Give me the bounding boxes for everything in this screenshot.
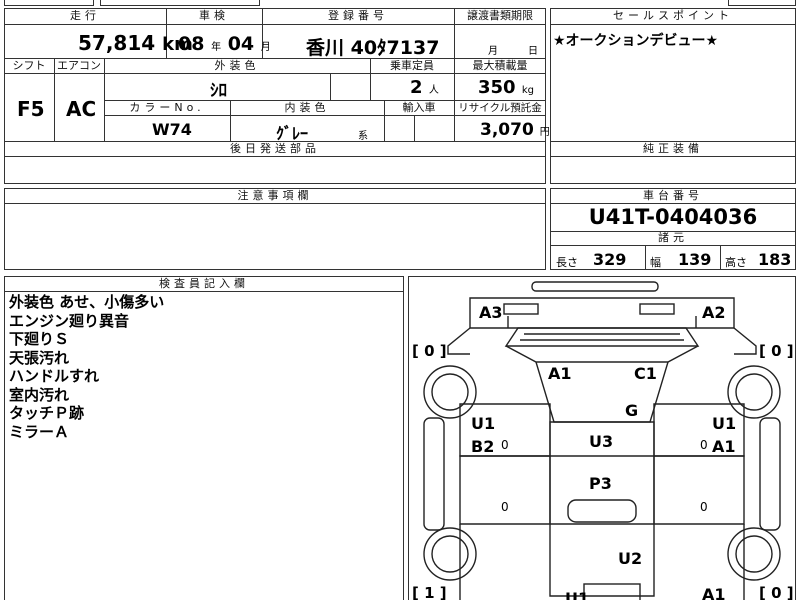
length-value: 329	[593, 250, 627, 269]
top-strip-right	[728, 0, 796, 6]
recycle-fee-value: 3,070 円	[480, 120, 550, 140]
damage-label-a3: A3	[479, 303, 503, 322]
remark-line: 室内汚れ	[9, 385, 70, 404]
zero-mark-right-2: 0	[700, 500, 708, 514]
inspection-value: 08 年 04 月	[178, 33, 271, 55]
exterior-color-value: ｼﾛ	[210, 81, 227, 101]
damage-label-c1: C1	[634, 364, 657, 383]
damage-label-u1-left: U1	[471, 414, 496, 433]
length-label: 長さ	[556, 256, 578, 269]
damage-label-u1-right: U1	[712, 414, 737, 433]
right-side-panel-shape	[759, 417, 781, 531]
sales-point-text: ★オークションデビュー★	[553, 33, 719, 49]
interior-suffix: 系	[358, 131, 368, 142]
max-load-value: 350 kg	[478, 77, 534, 98]
interior-color-value: ｸﾞﾚｰ	[276, 124, 309, 143]
width-value: 139	[678, 250, 712, 269]
windshield-shape	[504, 327, 700, 347]
bracket-count-top-right: [ 0 ]	[759, 342, 794, 360]
damage-label-a1-bottom: A1	[702, 585, 726, 600]
zero-mark-right-1: 0	[700, 438, 708, 452]
damage-label-g: G	[625, 401, 639, 420]
chassis-value: U41T-0404036	[588, 205, 758, 229]
exterior-color-header: 外装色	[214, 59, 260, 72]
genuine-equipment-header: 純正装備	[643, 142, 703, 155]
bracket-count-bottom-right: [ 0 ]	[759, 584, 794, 600]
width-label: 幅	[650, 256, 661, 269]
right-mirror-shape	[733, 327, 757, 355]
remark-line: 外装色 あせ、小傷多い	[9, 293, 165, 311]
specs-header: 諸元	[658, 231, 688, 244]
shift-header: シフト	[12, 59, 46, 72]
rear-outline-shape	[469, 297, 735, 329]
height-label: 高さ	[725, 256, 747, 269]
deferred-parts-header: 後日発送部品	[230, 142, 320, 155]
remark-line: ハンドルすれ	[9, 367, 100, 385]
notes-header: 注意事項欄	[237, 189, 313, 202]
damage-label-p3: P3	[589, 474, 612, 493]
damage-label-b2: B2	[471, 437, 495, 456]
bed-handle-shape	[567, 499, 637, 523]
left-mirror-shape	[447, 327, 471, 355]
capacity-value: 2 人	[410, 77, 439, 98]
damage-label-u2: U2	[618, 549, 643, 568]
remark-line: 下廻りＳ	[9, 330, 70, 348]
roof-bar-shape	[531, 281, 659, 292]
remark-line: ミラーＡ	[9, 422, 70, 441]
shift-value: F5	[17, 97, 45, 121]
rear-lamp-right-shape	[639, 303, 675, 315]
zero-mark-left-1: 0	[501, 438, 509, 452]
color-no-header: カラーNo.	[129, 101, 205, 114]
transfer-deadline-header: 譲渡書類期限	[467, 9, 533, 22]
registration-header: 登録番号	[328, 9, 388, 22]
inspector-header: 検査員記入欄	[159, 277, 249, 290]
transfer-day-unit: 日	[528, 46, 538, 57]
top-strip-mid	[100, 0, 260, 6]
chassis-header: 車台番号	[643, 189, 703, 202]
aircon-value: AC	[66, 97, 97, 121]
damage-label-u1-bottom: U1	[565, 589, 590, 600]
registration-value: 香川 40ﾀ7137	[306, 37, 440, 59]
damage-label-a2: A2	[702, 303, 726, 322]
top-strip-left	[4, 0, 94, 6]
remark-line: タッチＰ跡	[9, 404, 85, 422]
mileage-header: 走行	[70, 9, 100, 22]
capacity-header: 乗車定員	[390, 59, 434, 72]
import-header: 輸入車	[402, 101, 436, 114]
max-load-header: 最大積載量	[472, 59, 528, 72]
recycle-fee-header: リサイクル預託金	[458, 102, 542, 114]
damage-label-u3: U3	[589, 432, 614, 451]
transfer-month-unit: 月	[488, 46, 498, 57]
bracket-count-top-left: [ 0 ]	[412, 342, 447, 360]
inspector-remarks: 外装色 あせ、小傷多い エンジン廻り異音 下廻りＳ 天張汚れ ハンドルすれ 室内…	[9, 293, 164, 441]
front-bumper-shape	[583, 583, 641, 600]
remark-line: 天張汚れ	[9, 348, 70, 367]
damage-label-a1-right: A1	[712, 437, 736, 456]
zero-mark-left-2: 0	[501, 500, 509, 514]
rear-lamp-left-shape	[503, 303, 539, 315]
bracket-count-bottom-left: [ 1 ]	[412, 584, 447, 600]
damage-label-a1-roof: A1	[548, 364, 572, 383]
left-side-panel-shape	[423, 417, 445, 531]
color-no-value: W74	[152, 120, 192, 139]
sales-point-header: セールスポイント	[613, 9, 733, 22]
aircon-header: エアコン	[57, 59, 101, 72]
inspection-header: 車検	[199, 9, 229, 22]
interior-color-header: 内装色	[284, 101, 330, 114]
remark-line: エンジン廻り異音	[9, 311, 130, 330]
mileage-value: 57,814 km	[78, 31, 193, 55]
height-value: 183	[758, 250, 792, 269]
